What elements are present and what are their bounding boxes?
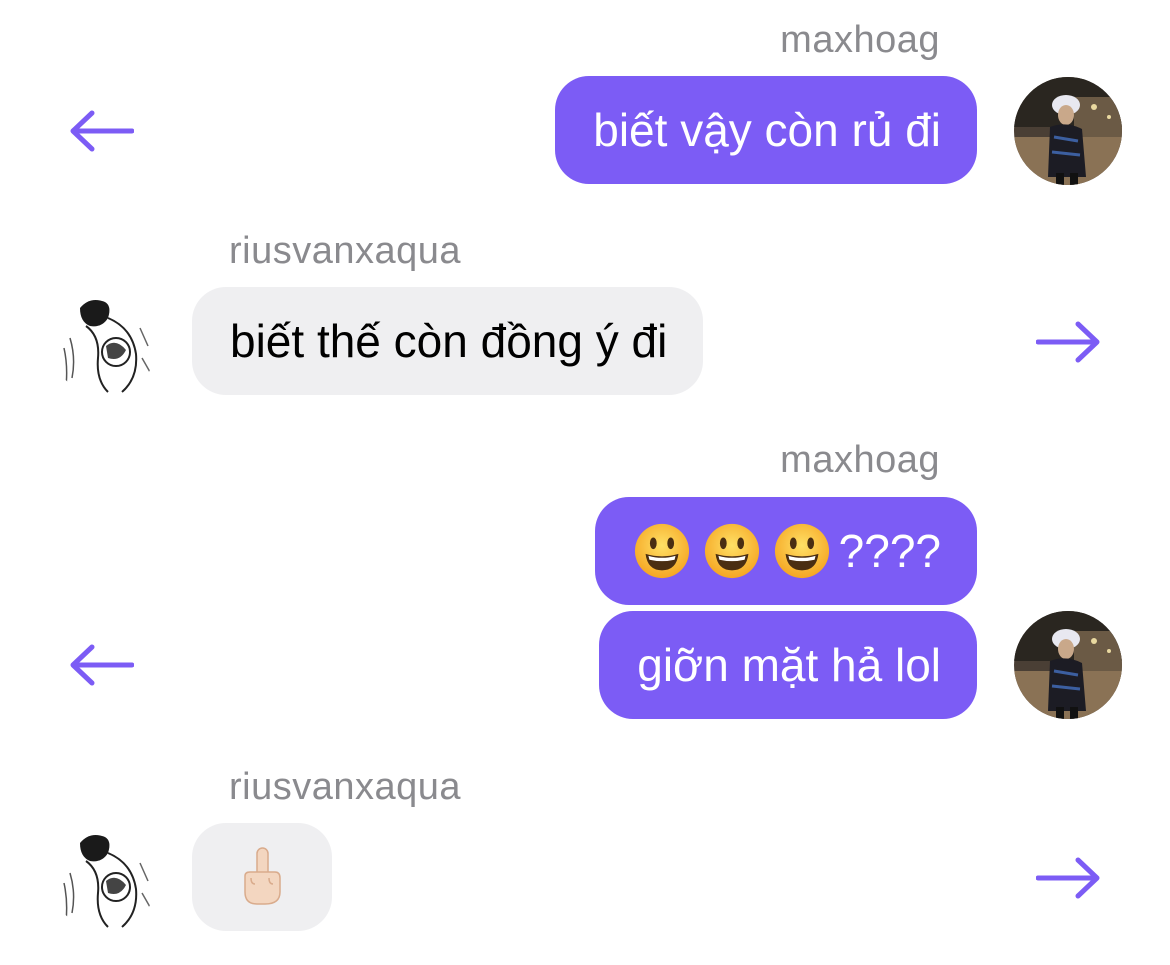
avatar[interactable] [1014,611,1122,719]
arrow-right-icon[interactable] [1036,320,1102,364]
message-bubble[interactable] [192,823,332,931]
grinning-face-icon [704,523,759,579]
sender-name: riusvanxaqua [229,766,462,808]
message-text: ???? [838,525,941,577]
avatar[interactable] [50,288,158,396]
message-text: biết thế còn đồng ý đi [230,315,668,367]
arrow-right-icon[interactable] [1036,856,1102,900]
sender-name: maxhoag [780,439,940,481]
message-text: biết vậy còn rủ đi [593,104,941,156]
sender-name: maxhoag [780,19,940,61]
sender-name: riusvanxaqua [229,230,462,272]
message-bubble[interactable]: ???? [594,497,977,605]
message-bubble[interactable]: biết vậy còn rủ đi [555,76,977,184]
grinning-face-icon [634,523,689,579]
message-bubble[interactable]: giỡn mặt hả lol [599,611,977,719]
grinning-face-icon [774,523,829,579]
message-text: giỡn mặt hả lol [637,639,941,691]
middle-finger-icon [244,847,281,905]
arrow-left-icon[interactable] [68,643,134,687]
message-bubble[interactable]: biết thế còn đồng ý đi [192,287,704,395]
avatar[interactable] [50,823,158,931]
avatar[interactable] [1014,77,1122,185]
arrow-left-icon[interactable] [68,109,134,153]
